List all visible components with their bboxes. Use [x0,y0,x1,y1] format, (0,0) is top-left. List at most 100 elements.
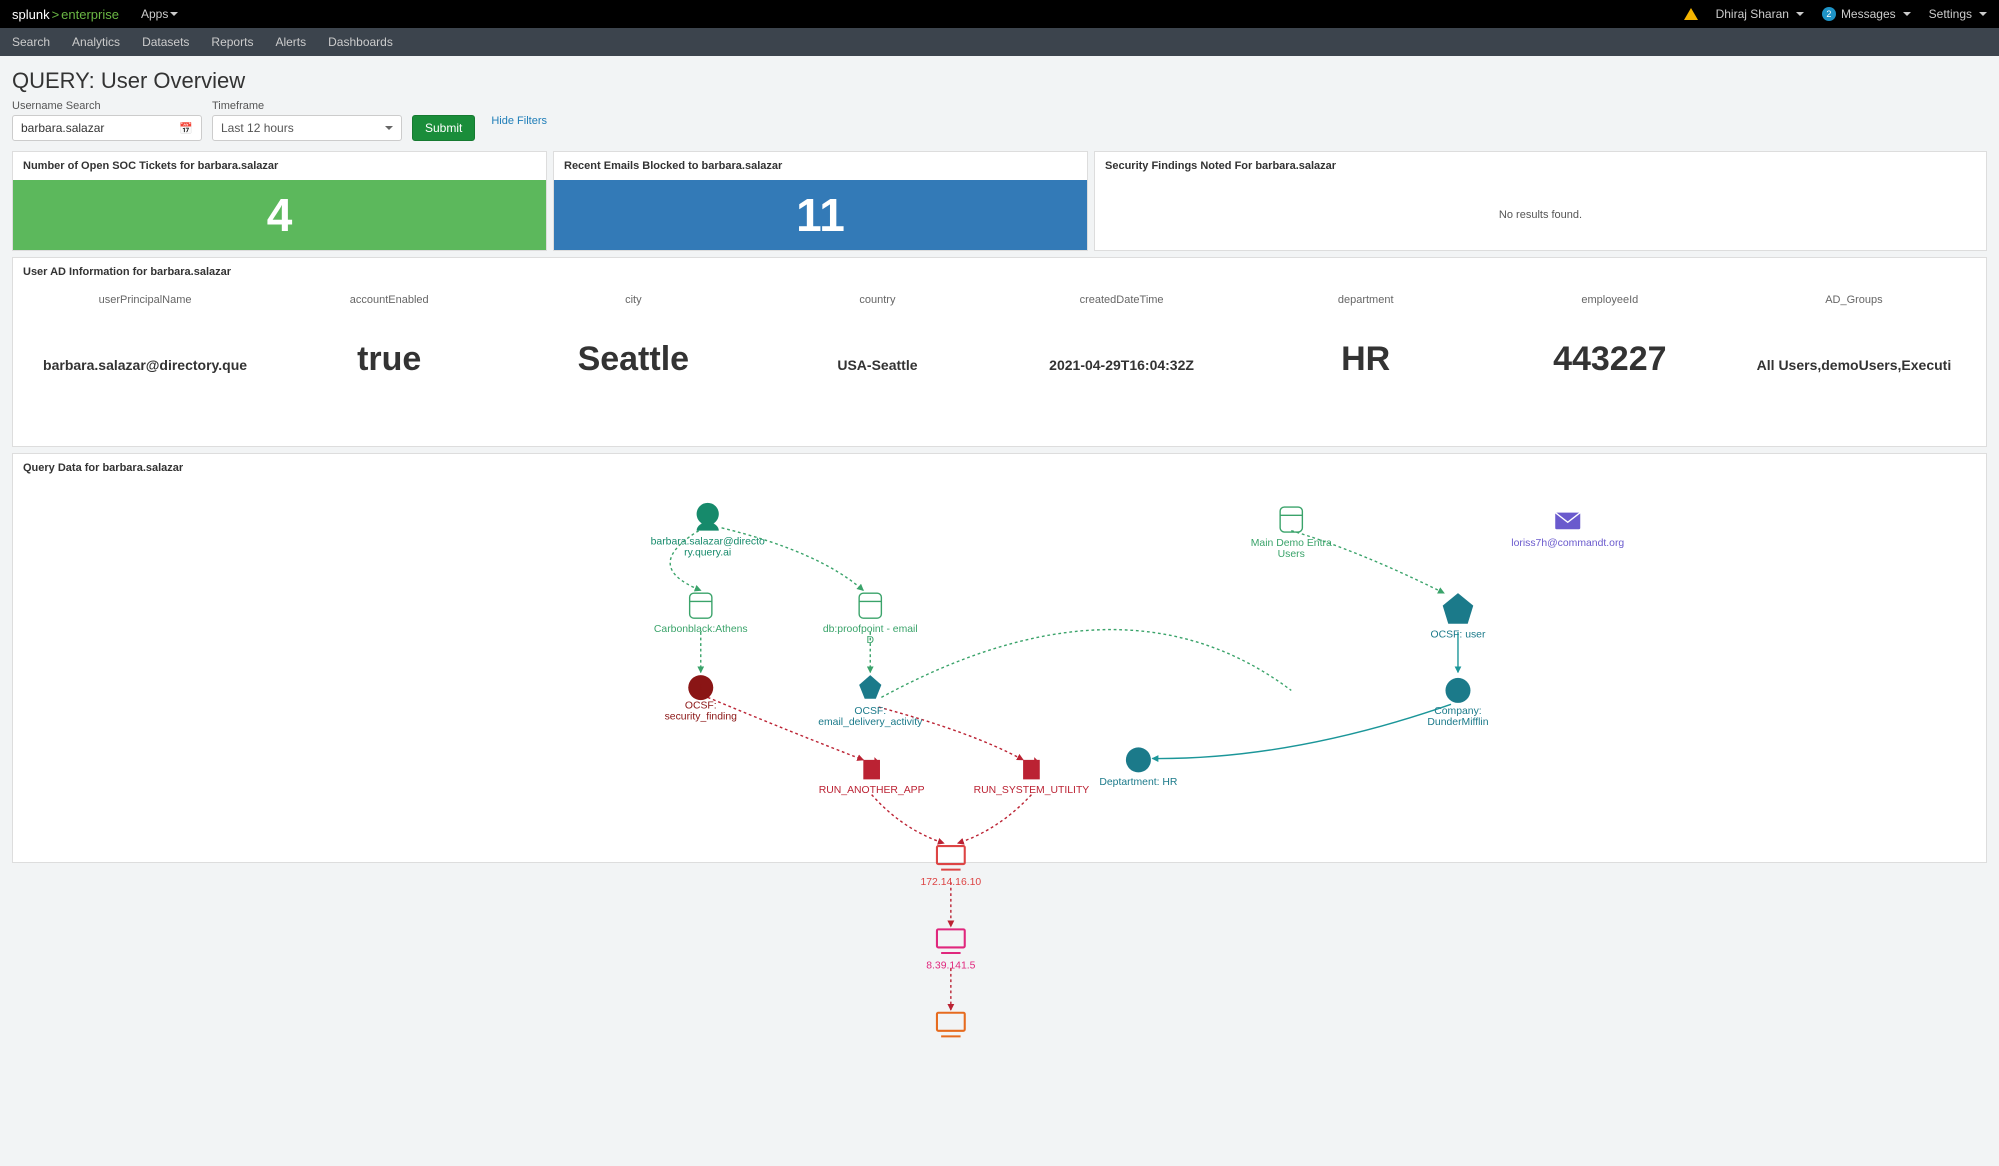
ad-value: Seattle [578,340,690,379]
graph-node-ocsf-user[interactable]: OCSF: user [1431,593,1486,640]
caret-down-icon [1796,12,1804,16]
graph-svg[interactable]: barbara.salazar@directo ry.query.ai Carb… [13,482,1986,1038]
ad-value: barbara.salazar@directory.que [43,357,247,373]
svg-text:Main Demo Entra: Main Demo Entra [1251,538,1332,549]
ad-column: accountEnabled true [267,294,511,410]
graph-node-host-3[interactable] [937,1013,965,1037]
apps-label: Apps [141,7,168,21]
brand: splunk > enterprise [12,7,119,22]
nav-search[interactable]: Search [12,35,50,49]
svg-text:OCSF:: OCSF: [685,700,717,711]
nav-reports[interactable]: Reports [211,35,253,49]
ad-column: city Seattle [511,294,755,410]
nav-analytics[interactable]: Analytics [72,35,120,49]
timeframe-label: Timeframe [212,100,402,112]
caret-down-icon [1979,12,1987,16]
apps-menu[interactable]: Apps [141,7,178,21]
panel-title: Security Findings Noted For barbara.sala… [1095,152,1986,180]
svg-text:loriss7h@commandt.org: loriss7h@commandt.org [1511,538,1624,549]
nav-alerts[interactable]: Alerts [275,35,306,49]
graph-node-carbonblack[interactable]: Carbonblack:Athens [654,593,748,635]
ad-value: USA-Seattle [837,357,917,373]
svg-text:security_finding: security_finding [665,712,738,723]
panel-ad-info: User AD Information for barbara.salazar … [12,257,1987,447]
soc-count: 4 [13,180,546,250]
brand-caret: > [52,7,60,22]
svg-text:DunderMifflin: DunderMifflin [1427,717,1488,728]
svg-text:Company:: Company: [1434,706,1481,717]
ad-header: accountEnabled [350,294,429,306]
graph-node-run-system-utility[interactable]: RUN_SYSTEM_UTILITY [974,757,1090,796]
ad-value: true [357,340,421,379]
graph-node-company[interactable]: Company: DunderMifflin [1427,678,1488,728]
username-label: Username Search [12,100,202,112]
ad-header: AD_Groups [1825,294,1882,306]
graph-node-email-address[interactable]: loriss7h@commandt.org [1511,513,1624,549]
settings-menu[interactable]: Settings [1929,7,1987,21]
caret-down-icon [1903,12,1911,16]
messages-count: 2 [1822,7,1836,21]
timeframe-select[interactable]: Last 12 hours [212,115,402,141]
graph-node-entra[interactable]: Main Demo Entra Users [1251,507,1332,560]
svg-text:8.39.141.5: 8.39.141.5 [926,960,975,971]
ad-header: employeeId [1581,294,1638,306]
panel-title: User AD Information for barbara.salazar [13,258,1986,286]
svg-text:ry.query.ai: ry.query.ai [684,548,731,559]
caret-down-icon [170,12,178,16]
ad-column: departmentHR [1244,294,1488,410]
ad-header: city [625,294,642,306]
graph-node-email-delivery[interactable]: OCSF: email_delivery_activity [818,675,923,728]
graph-node-host-1[interactable]: 172.14.16.10 [920,846,981,888]
ad-header: department [1338,294,1394,306]
svg-text:172.14.16.10: 172.14.16.10 [920,877,981,888]
ad-header: createdDateTime [1080,294,1164,306]
username-value: barbara.salazar [21,121,104,135]
ad-value: 443227 [1553,340,1666,379]
ad-value: All Users,demoUsers,Executi [1757,357,1952,373]
ad-column: AD_Groups All Users,demoUsers,Executi [1732,294,1976,410]
username-input[interactable]: barbara.salazar 📅 [12,115,202,141]
graph-node-user[interactable]: barbara.salazar@directo ry.query.ai [651,503,765,559]
alert-indicator[interactable] [1684,8,1698,20]
panel-soc-tickets: Number of Open SOC Tickets for barbara.s… [12,151,547,251]
graph-node-host-2[interactable]: 8.39.141.5 [926,929,975,971]
panel-title: Recent Emails Blocked to barbara.salazar [554,152,1087,180]
calendar-icon: 📅 [179,122,193,135]
panel-title: Query Data for barbara.salazar [13,454,1986,482]
chevron-down-icon [385,126,393,130]
graph-node-proofpoint[interactable]: db:proofpoint - email D [823,593,918,646]
brand-splunk: splunk [12,7,50,22]
panel-emails-blocked: Recent Emails Blocked to barbara.salazar… [553,151,1088,251]
svg-text:OCSF:: OCSF: [854,706,886,717]
user-name: Dhiraj Sharan [1716,7,1789,21]
graph-node-department[interactable]: Deptartment: HR [1099,747,1178,788]
hide-filters-link[interactable]: Hide Filters [491,115,547,127]
svg-text:barbara.salazar@directo: barbara.salazar@directo [651,537,765,548]
nav-dashboards[interactable]: Dashboards [328,35,393,49]
settings-label: Settings [1929,7,1972,21]
svg-text:db:proofpoint - email: db:proofpoint - email [823,624,918,635]
svg-text:OCSF: user: OCSF: user [1431,630,1486,641]
messages-menu[interactable]: 2 Messages [1822,7,1911,21]
no-results-text: No results found. [1095,180,1986,250]
ad-column: country USA-Seattle [755,294,999,410]
svg-text:RUN_SYSTEM_UTILITY: RUN_SYSTEM_UTILITY [974,785,1090,796]
ad-header: country [859,294,895,306]
emails-count: 11 [554,180,1087,250]
graph-node-run-another-app[interactable]: RUN_ANOTHER_APP [819,757,925,796]
svg-text:email_delivery_activity: email_delivery_activity [818,717,923,728]
ad-column: userPrincipalNamebarbara.salazar@directo… [23,294,267,410]
user-menu[interactable]: Dhiraj Sharan [1716,7,1804,21]
panel-security-findings: Security Findings Noted For barbara.sala… [1094,151,1987,251]
svg-text:Users: Users [1278,549,1305,560]
graph-node-security-finding[interactable]: ! OCSF: security_finding [665,675,738,722]
svg-text:!: ! [699,682,702,693]
svg-text:RUN_ANOTHER_APP: RUN_ANOTHER_APP [819,785,925,796]
nav-datasets[interactable]: Datasets [142,35,189,49]
page-title: QUERY: User Overview [12,68,1987,94]
submit-button[interactable]: Submit [412,115,475,141]
ad-column: createdDateTime 2021-04-29T16:04:32Z [1000,294,1244,410]
svg-text:D: D [867,635,875,646]
ad-value: 2021-04-29T16:04:32Z [1049,357,1194,373]
brand-enterprise: enterprise [61,7,119,22]
